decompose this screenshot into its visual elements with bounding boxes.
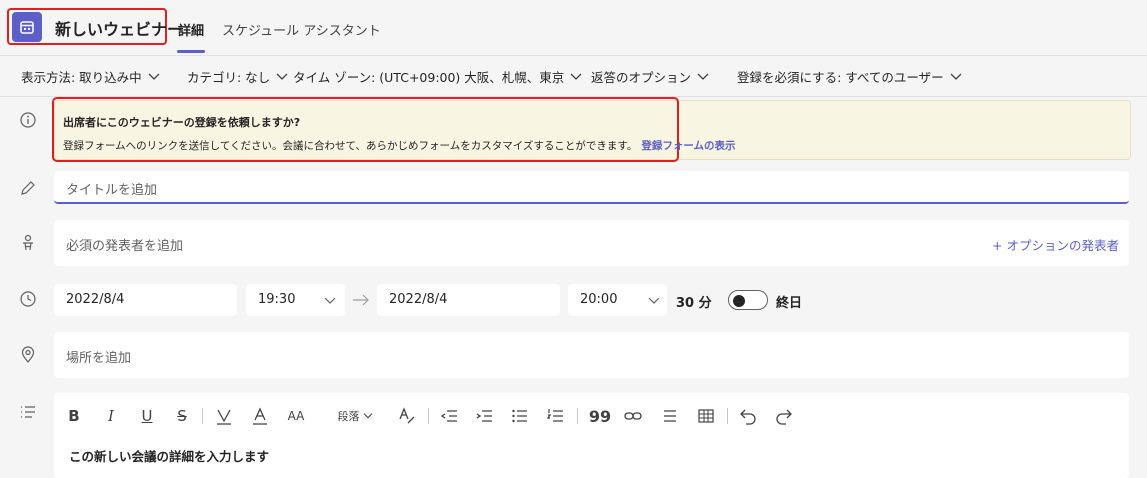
- tab-schedule-assistant[interactable]: スケジュール アシスタント: [222, 20, 381, 39]
- view-registration-form-link[interactable]: 登録フォームの表示: [641, 140, 735, 152]
- chevron-down-icon: [950, 73, 962, 80]
- end-date-value: 2022/8/4: [389, 292, 448, 307]
- decrease-indent-icon[interactable]: [439, 405, 461, 427]
- page-title: 新しいウェビナー: [55, 20, 184, 39]
- bold-button[interactable]: B: [64, 405, 84, 427]
- undo-icon[interactable]: [737, 405, 759, 427]
- strikethrough-button[interactable]: S: [172, 405, 192, 427]
- chevron-down-icon: [570, 73, 582, 80]
- link-icon[interactable]: [622, 405, 644, 427]
- redo-icon[interactable]: [773, 405, 795, 427]
- category-dropdown[interactable]: カテゴリ: なし: [187, 67, 288, 86]
- arrow-right-icon: [353, 294, 369, 306]
- timezone-label: タイム ゾーン: (UTC+09:00) 大阪、札幌、東京: [293, 70, 565, 85]
- registration-dropdown[interactable]: 登録を必須にする: すべてのユーザー: [737, 67, 962, 86]
- font-size-button[interactable]: AA: [284, 405, 308, 427]
- tab-active-indicator: [177, 50, 205, 53]
- toolbar-divider: [577, 408, 578, 424]
- italic-button[interactable]: I: [101, 405, 121, 427]
- horizontal-rule-icon[interactable]: [659, 405, 681, 427]
- category-label: カテゴリ: なし: [187, 70, 271, 85]
- pencil-icon: [21, 181, 35, 195]
- bulleted-list-icon[interactable]: [509, 405, 531, 427]
- location-input[interactable]: 場所を追加: [54, 332, 1129, 378]
- presenter-placeholder: 必須の発表者を追加: [66, 239, 184, 254]
- paragraph-dropdown[interactable]: 段落: [332, 405, 378, 427]
- add-optional-presenter-button[interactable]: + オプションの発表者: [992, 235, 1119, 254]
- required-presenter-input[interactable]: 必須の発表者を追加 + オプションの発表者: [54, 220, 1129, 266]
- paragraph-label: 段落: [337, 410, 360, 423]
- start-date-value: 2022/8/4: [66, 292, 125, 307]
- display-label: 表示方法: 取り込み中: [21, 70, 142, 85]
- location-placeholder: 場所を追加: [66, 351, 132, 366]
- title-placeholder: タイトルを追加: [66, 183, 158, 198]
- chevron-down-icon: [148, 73, 160, 80]
- duration-label: 30 分: [676, 296, 712, 311]
- editor-placeholder: この新しい会議の詳細を入力します: [69, 449, 270, 464]
- clear-formatting-icon[interactable]: [396, 405, 418, 427]
- presenter-icon: [23, 234, 33, 251]
- banner-text-line: 登録フォームへのリンクを送信してください。会議に合わせて、あらかじめフォームをカ…: [63, 138, 736, 153]
- underline-button[interactable]: U: [137, 405, 157, 427]
- banner-title: 出席者にこのウェビナーの登録を依頼しますか?: [63, 116, 301, 129]
- highlight-icon[interactable]: [213, 405, 235, 427]
- toolbar-divider: [202, 408, 203, 424]
- end-time-value: 20:00: [580, 292, 618, 307]
- chevron-down-icon: [697, 73, 709, 80]
- details-list-icon: [21, 406, 35, 418]
- end-date-input[interactable]: 2022/8/4: [377, 284, 560, 316]
- reply-options-dropdown[interactable]: 返答のオプション: [591, 67, 709, 86]
- numbered-list-icon[interactable]: [545, 405, 567, 427]
- table-icon[interactable]: [695, 405, 717, 427]
- start-time-dropdown[interactable]: 19:30: [246, 284, 345, 316]
- registration-label: 登録を必須にする: すべてのユーザー: [737, 70, 944, 85]
- quote-icon[interactable]: 99: [589, 405, 611, 427]
- toolbar-divider: [727, 408, 728, 424]
- location-icon: [21, 346, 35, 363]
- display-dropdown[interactable]: 表示方法: 取り込み中: [21, 67, 160, 86]
- end-time-dropdown[interactable]: 20:00: [568, 284, 667, 316]
- font-color-icon[interactable]: [249, 405, 271, 427]
- info-icon: [20, 112, 36, 128]
- title-input[interactable]: タイトルを追加: [54, 171, 1129, 204]
- chevron-down-icon: [276, 73, 288, 80]
- reply-label: 返答のオプション: [591, 70, 692, 85]
- tab-details[interactable]: 詳細: [178, 20, 204, 39]
- chevron-down-icon: [648, 297, 660, 304]
- all-day-label: 終日: [776, 296, 803, 311]
- all-day-toggle-knob: [733, 295, 745, 307]
- clock-icon: [20, 291, 36, 307]
- start-date-input[interactable]: 2022/8/4: [54, 284, 237, 316]
- chevron-down-icon: [324, 297, 336, 304]
- chevron-down-icon: [363, 413, 372, 419]
- timezone-dropdown[interactable]: タイム ゾーン: (UTC+09:00) 大阪、札幌、東京: [293, 67, 582, 86]
- banner-text: 登録フォームへのリンクを送信してください。会議に合わせて、あらかじめフォームをカ…: [63, 140, 638, 152]
- start-time-value: 19:30: [258, 292, 296, 307]
- toolbar-divider: [428, 408, 429, 424]
- increase-indent-icon[interactable]: [474, 405, 496, 427]
